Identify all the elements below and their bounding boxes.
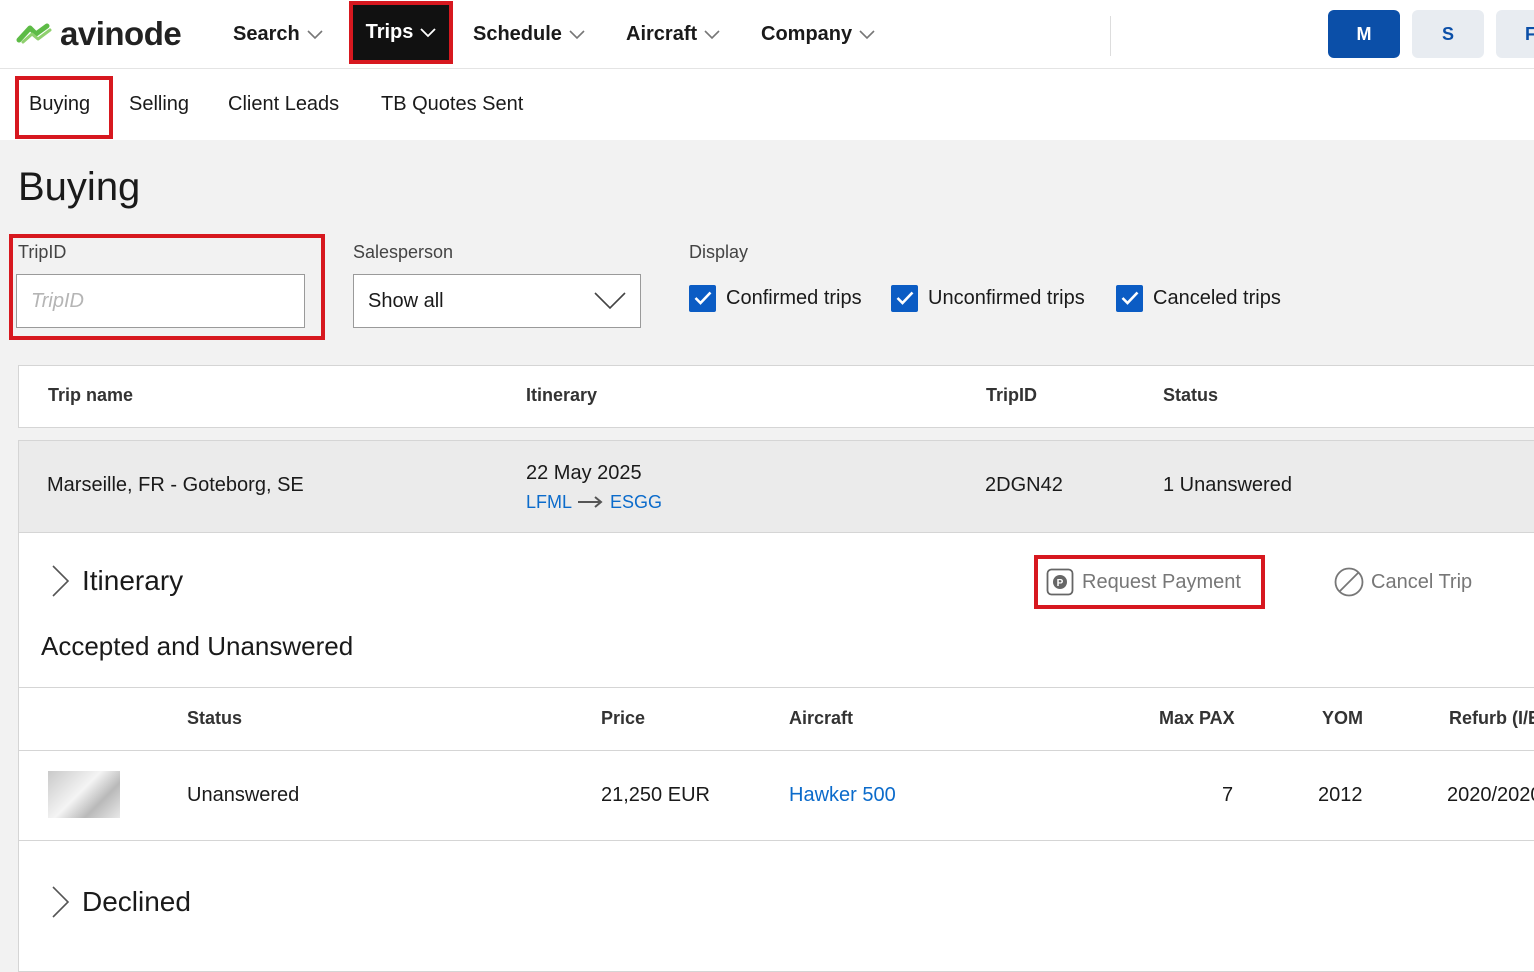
trip-route: LFML ESGG [526,492,662,513]
canceled-trips-checkbox[interactable]: Canceled trips [1116,284,1281,312]
checkmark-icon [689,284,716,312]
avinode-logo[interactable]: avinode [16,14,182,54]
tripid-input[interactable] [16,274,305,328]
display-label: Display [689,242,749,262]
column-header-itinerary[interactable]: Itinerary [526,385,597,406]
avinode-logo-icon [16,23,52,44]
quote-price: 21,250 EUR [601,784,710,806]
cancel-trip-button[interactable]: Cancel Trip [1334,564,1472,600]
quote-refurb: 2020/2020 [1447,784,1534,806]
aircraft-thumbnail[interactable] [48,771,120,818]
salesperson-label: Salesperson [353,242,454,262]
chevron-right-icon [50,885,70,919]
checkmark-icon [1116,284,1143,312]
confirmed-trips-label: Confirmed trips [726,286,862,309]
nav-trips[interactable]: Trips [352,3,450,61]
nav-aircraft[interactable]: Aircraft [626,0,720,68]
chevron-down-icon [307,23,323,46]
nav-company[interactable]: Company [761,0,875,68]
declined-toggle[interactable]: Declined [50,883,191,921]
chevron-down-icon [569,23,585,46]
column-header-refurb[interactable]: Refurb (I/E) [1449,708,1534,729]
trip-name: Marseille, FR - Goteborg, SE [47,474,304,496]
nav-divider [1110,16,1111,56]
user-avatar-f[interactable]: F [1496,10,1534,58]
column-header-status[interactable]: Status [1163,385,1218,406]
column-header-max-pax[interactable]: Max PAX [1159,708,1235,729]
payment-icon: P [1046,568,1074,596]
tab-tb-quotes-sent-label: TB Quotes Sent [381,93,524,115]
cancel-trip-label: Cancel Trip [1371,570,1473,593]
salesperson-select[interactable]: Show all [353,274,641,328]
quote-yom: 2012 [1318,784,1363,806]
chevron-right-icon [50,564,70,598]
unconfirmed-trips-checkbox[interactable]: Unconfirmed trips [891,284,1085,312]
trip-date: 22 May 2025 [526,462,642,484]
tab-client-leads-label: Client Leads [228,93,340,115]
column-header-aircraft[interactable]: Aircraft [789,708,853,729]
chevron-down-icon [704,23,720,46]
accepted-unanswered-heading: Accepted and Unanswered [41,631,354,661]
chevron-down-icon [594,292,626,316]
unconfirmed-trips-label: Unconfirmed trips [928,286,1085,309]
trips-table-header [18,365,1534,428]
confirmed-trips-checkbox[interactable]: Confirmed trips [689,284,862,312]
quote-status: Unanswered [187,784,300,806]
nav-search[interactable]: Search [233,0,323,68]
salesperson-value: Show all [368,289,444,312]
column-header-trip-name[interactable]: Trip name [48,385,133,406]
nav-schedule[interactable]: Schedule [473,0,585,68]
tab-selling-label: Selling [129,93,190,115]
logo-text: avinode [60,15,182,52]
nav-trips-label: Trips [365,20,414,43]
column-header-price[interactable]: Price [601,708,645,729]
user-avatar-s[interactable]: S [1412,10,1484,58]
nav-company-label: Company [761,22,853,45]
cancel-icon [1334,567,1364,597]
chevron-down-icon [859,23,875,46]
column-header-tripid[interactable]: TripID [986,385,1037,406]
canceled-trips-label: Canceled trips [1153,286,1281,309]
column-header-yom[interactable]: YOM [1322,708,1363,729]
nav-aircraft-label: Aircraft [626,22,698,45]
svg-text:P: P [1057,578,1064,589]
trip-id-value: 2DGN42 [985,474,1063,496]
nav-search-label: Search [233,22,300,45]
arrow-right-icon [578,492,604,513]
user-avatar-m[interactable]: M [1328,10,1400,58]
quote-max-pax: 7 [1222,784,1234,806]
tab-buying-label: Buying [29,93,91,115]
page-title: Buying [18,165,141,209]
chevron-down-icon [420,21,437,44]
tripid-label: TripID [18,242,67,262]
tab-client-leads[interactable]: Client Leads [228,69,339,140]
itinerary-toggle-label: Itinerary [82,565,184,596]
tab-tb-quotes-sent[interactable]: TB Quotes Sent [381,69,523,140]
request-payment-button[interactable]: P Request Payment [1046,564,1241,600]
nav-schedule-label: Schedule [473,22,562,45]
origin-airport-link[interactable]: LFML [526,492,572,513]
checkmark-icon [891,284,918,312]
aircraft-link[interactable]: Hawker 500 [789,784,896,807]
tab-selling[interactable]: Selling [129,69,189,140]
trip-detail-panel [18,532,1534,972]
request-payment-label: Request Payment [1082,570,1241,593]
divider [19,750,1534,751]
declined-toggle-label: Declined [82,886,191,917]
itinerary-toggle[interactable]: Itinerary [50,562,183,600]
divider [19,687,1534,688]
column-header-quote-status[interactable]: Status [187,708,242,729]
trip-status: 1 Unanswered [1163,474,1292,496]
divider [19,840,1534,841]
destination-airport-link[interactable]: ESGG [610,492,662,513]
tab-buying[interactable]: Buying [29,69,91,140]
